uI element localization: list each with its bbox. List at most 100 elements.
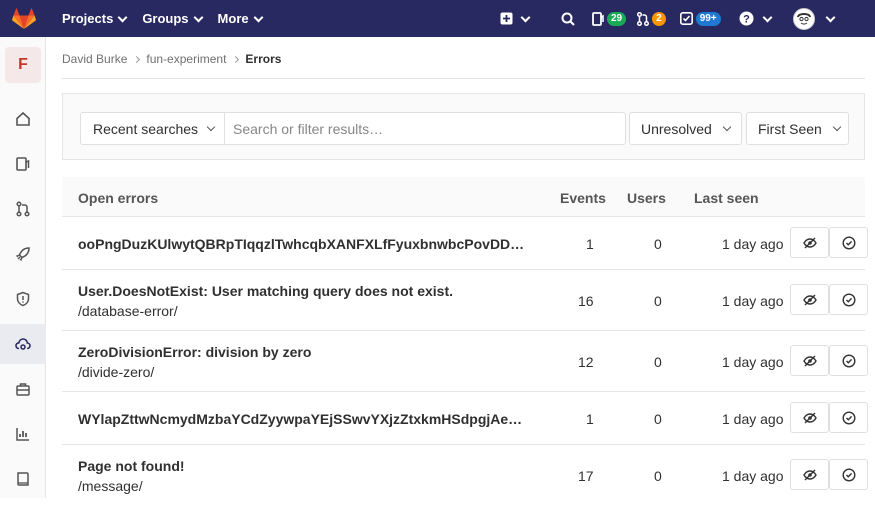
error-path: /message/: [78, 478, 143, 494]
sidebar-item-issues[interactable]: [0, 144, 46, 184]
eye-slash-icon: [802, 294, 817, 305]
shield-icon: [16, 291, 30, 307]
check-circle-icon: [841, 467, 856, 482]
help-dropdown[interactable]: ?: [739, 0, 773, 37]
resolve-button[interactable]: [829, 227, 868, 258]
issues-button[interactable]: 29: [592, 0, 627, 37]
todos-button[interactable]: 99+: [679, 0, 721, 37]
table-row[interactable]: Page not found! /message/ 17 0 1 day ago: [62, 445, 868, 506]
issues-count-badge: 29: [607, 11, 627, 26]
chevron-down-icon: [253, 12, 264, 22]
issues-icon: [592, 11, 604, 26]
home-icon: [16, 111, 30, 126]
error-title-link[interactable]: ZeroDivisionError: division by zero: [78, 344, 311, 360]
user-menu-dropdown[interactable]: [792, 0, 836, 37]
breadcrumb-current[interactable]: Errors: [245, 52, 281, 66]
table-row[interactable]: WYlapZttwNcmydMzbaYCdZyywpaYEjSSwvYXjzZt…: [62, 392, 868, 445]
check-circle-icon: [841, 235, 856, 250]
cloud-gear-icon: [15, 338, 31, 350]
error-title-link[interactable]: WYlapZttwNcmydMzbaYCdZyywpaYEjSSwvYXjzZt…: [78, 411, 522, 427]
eye-slash-icon: [802, 412, 817, 423]
rocket-icon: [15, 247, 30, 262]
column-header-open-errors: Open errors: [78, 190, 159, 206]
chevron-down-icon: [206, 122, 216, 132]
sidebar-item-operations[interactable]: [0, 324, 46, 364]
error-title-link[interactable]: User.DoesNotExist: User matching query d…: [78, 283, 453, 299]
new-item-dropdown[interactable]: [500, 0, 540, 37]
nav-groups-menu[interactable]: Groups: [134, 0, 209, 37]
merge-requests-button[interactable]: 2: [637, 0, 666, 37]
sidebar-item-project-overview[interactable]: [0, 99, 46, 139]
status-filter-label: Unresolved: [641, 120, 712, 137]
users-count: 0: [654, 354, 662, 370]
nav-groups-label: Groups: [142, 11, 189, 26]
search-icon: [561, 12, 575, 26]
merge-request-icon: [637, 11, 650, 26]
check-circle-icon: [841, 353, 856, 368]
resolve-button[interactable]: [829, 284, 868, 315]
sidebar-item-merge-requests[interactable]: [0, 189, 46, 229]
nav-projects-menu[interactable]: Projects: [54, 0, 134, 37]
last-seen-time: 1 day ago: [722, 236, 784, 252]
ignore-button[interactable]: [790, 402, 829, 433]
chevron-down-icon: [762, 12, 773, 22]
merge-request-icon: [16, 201, 30, 217]
nav-more-label: More: [217, 11, 249, 26]
resolve-button[interactable]: [829, 402, 868, 433]
todos-count-badge: 99+: [695, 11, 721, 26]
chevron-down-icon: [722, 122, 732, 132]
table-row[interactable]: ooPngDuzKUlwytQBRpTIqqzlTwhcqbXANFXLfFyu…: [62, 217, 868, 270]
events-count: 1: [586, 411, 594, 427]
resolve-button[interactable]: [829, 459, 868, 490]
breadcrumb-project-link[interactable]: fun-experiment: [146, 52, 226, 66]
events-count: 1: [586, 236, 594, 252]
sidebar-item-wiki[interactable]: [0, 459, 46, 499]
package-icon: [16, 383, 30, 396]
check-circle-icon: [841, 410, 856, 425]
project-avatar[interactable]: F: [5, 47, 41, 83]
svg-text:?: ?: [743, 14, 750, 26]
error-title-link[interactable]: Page not found!: [78, 458, 185, 474]
chevron-down-icon: [117, 12, 128, 22]
users-count: 0: [654, 293, 662, 309]
sidebar-item-security[interactable]: [0, 279, 46, 319]
resolve-button[interactable]: [829, 345, 868, 376]
gitlab-logo-icon[interactable]: [0, 0, 48, 37]
sidebar-item-packages[interactable]: [0, 369, 46, 409]
breadcrumb-divider: [62, 78, 865, 79]
column-header-events: Events: [560, 190, 606, 206]
check-circle-icon: [841, 292, 856, 307]
avatar: [792, 7, 815, 30]
chevron-right-icon: [133, 55, 141, 63]
last-seen-time: 1 day ago: [722, 468, 784, 484]
last-seen-time: 1 day ago: [722, 293, 784, 309]
ignore-button[interactable]: [790, 284, 829, 315]
chevron-down-icon: [520, 12, 531, 22]
recent-searches-dropdown[interactable]: Recent searches: [80, 112, 225, 145]
events-count: 12: [578, 354, 594, 370]
table-row[interactable]: ZeroDivisionError: division by zero /div…: [62, 331, 868, 392]
ignore-button[interactable]: [790, 227, 829, 258]
ignore-button[interactable]: [790, 459, 829, 490]
sidebar-item-analytics[interactable]: [0, 414, 46, 454]
search-input[interactable]: [224, 112, 626, 145]
ignore-button[interactable]: [790, 345, 829, 376]
table-row[interactable]: User.DoesNotExist: User matching query d…: [62, 270, 868, 331]
plus-square-icon: [500, 12, 513, 25]
nav-more-menu[interactable]: More: [210, 0, 270, 37]
users-count: 0: [654, 236, 662, 252]
merge-requests-count-badge: 2: [652, 11, 666, 26]
sort-dropdown[interactable]: First Seen: [746, 112, 849, 145]
error-title-link[interactable]: ooPngDuzKUlwytQBRpTIqqzlTwhcqbXANFXLfFyu…: [78, 236, 524, 252]
search-button[interactable]: [552, 0, 584, 37]
sidebar-item-ci-cd[interactable]: [0, 234, 46, 274]
errors-table-header: Open errors Events Users Last seen: [62, 177, 865, 217]
chevron-down-icon: [832, 122, 842, 132]
column-header-users: Users: [627, 190, 666, 206]
eye-slash-icon: [802, 355, 817, 366]
status-filter-dropdown[interactable]: Unresolved: [629, 112, 742, 145]
recent-searches-label: Recent searches: [93, 120, 199, 137]
breadcrumb-owner-link[interactable]: David Burke: [62, 52, 127, 66]
eye-slash-icon: [802, 469, 817, 480]
events-count: 17: [578, 468, 594, 484]
